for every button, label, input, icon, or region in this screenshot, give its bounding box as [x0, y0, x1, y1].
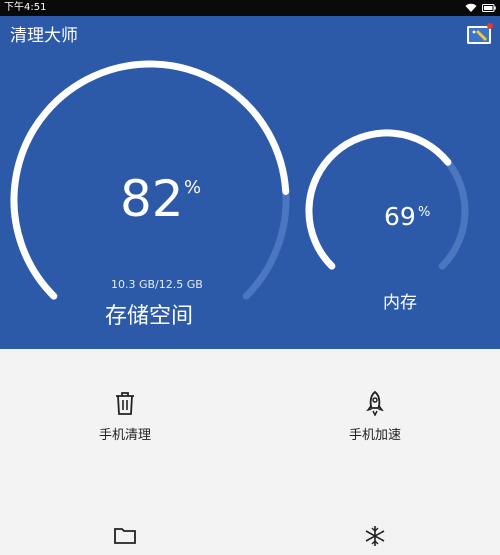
- memory-percent-sign: %: [418, 205, 431, 220]
- status-time: 下午4:51: [4, 2, 47, 13]
- storage-percent-value: 82: [120, 170, 184, 228]
- status-icons: [465, 2, 496, 14]
- cpu-cooler-button[interactable]: [250, 525, 500, 555]
- phone-clean-button[interactable]: 手机清理: [0, 390, 250, 443]
- action-grid: 手机清理 手机加速: [0, 349, 500, 546]
- memory-percent: 69 %: [384, 202, 430, 232]
- gauges: [10, 60, 469, 300]
- folder-icon: [114, 528, 136, 544]
- file-manager-button[interactable]: [0, 525, 250, 553]
- battery-icon: [482, 4, 496, 12]
- memory-gauge-fill: [305, 129, 452, 270]
- status-bar: 下午4:51: [0, 0, 500, 16]
- storage-used-total: 10.3 GB/12.5 GB: [111, 278, 203, 291]
- phone-boost-button[interactable]: 手机加速: [250, 390, 500, 443]
- memory-label[interactable]: 内存: [383, 288, 417, 313]
- rocket-icon: [366, 390, 384, 416]
- phone-boost-label: 手机加速: [348, 428, 401, 443]
- trash-icon: [116, 392, 134, 415]
- memory-gauge-track: [438, 158, 469, 270]
- storage-gauge-track: [242, 187, 290, 300]
- dashboard-header: 清理大师 82 % 10.3 GB/12.5 GB 存储空间 69 % 内存: [0, 16, 500, 349]
- memory-percent-value: 69: [384, 202, 416, 231]
- storage-percent: 82 %: [120, 171, 240, 227]
- wifi-icon: [465, 3, 477, 12]
- storage-label[interactable]: 存储空间: [105, 298, 193, 330]
- phone-clean-label: 手机清理: [98, 428, 151, 443]
- storage-percent-sign: %: [184, 177, 202, 198]
- snowflake-icon: [365, 526, 385, 546]
